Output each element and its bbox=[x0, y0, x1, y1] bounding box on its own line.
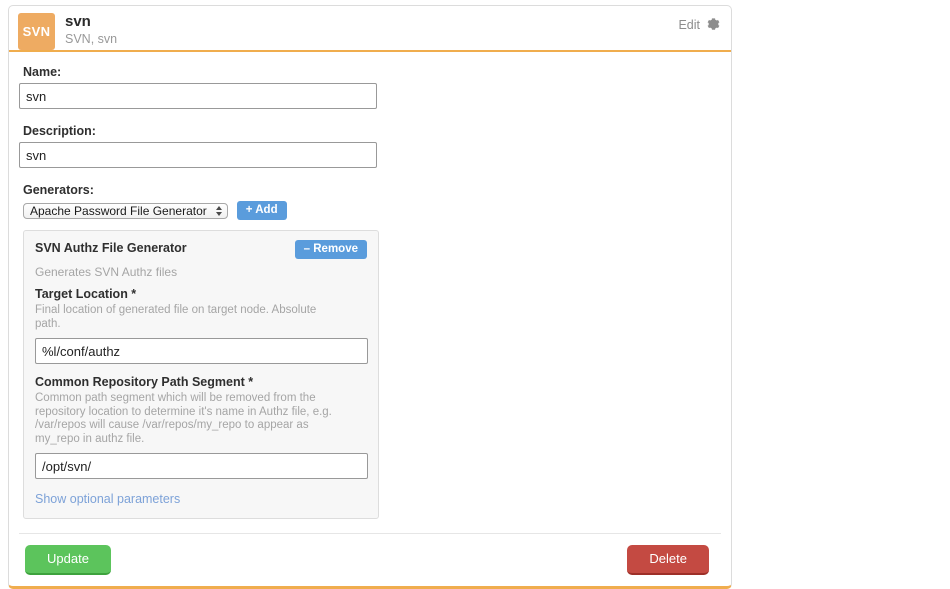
generator-description: Generates SVN Authz files bbox=[35, 265, 178, 279]
generator-panel-header: SVN Authz File Generator – Remove bbox=[35, 240, 367, 259]
chevron-down-icon bbox=[215, 211, 222, 216]
delete-button[interactable]: Delete bbox=[627, 545, 709, 575]
generator-select[interactable]: Apache Password File Generator bbox=[23, 202, 228, 219]
description-input[interactable] bbox=[19, 142, 377, 168]
param-help-text: Final location of generated file on targ… bbox=[35, 304, 317, 330]
generator-title: SVN Authz File Generator bbox=[35, 241, 187, 255]
page-title: svn bbox=[65, 13, 91, 30]
gear-icon[interactable] bbox=[706, 17, 721, 32]
update-button[interactable]: Update bbox=[25, 545, 111, 575]
page-subtitle: SVN, svn bbox=[65, 32, 118, 46]
generators-row: Apache Password File Generator + Add bbox=[23, 201, 721, 220]
header-text-group: svn SVN, svn bbox=[65, 12, 721, 47]
param-help-text: Common path segment which will be remove… bbox=[35, 392, 332, 445]
param-label: Common Repository Path Segment * bbox=[35, 375, 254, 389]
param-common-repo-path-segment: Common Repository Path Segment * Common … bbox=[35, 374, 368, 479]
generator-panel: SVN Authz File Generator – Remove Genera… bbox=[23, 230, 379, 519]
chevron-up-icon bbox=[215, 205, 222, 210]
show-optional-parameters-link[interactable]: Show optional parameters bbox=[35, 492, 180, 506]
avatar: SVN bbox=[18, 13, 55, 50]
target-location-input[interactable] bbox=[35, 338, 368, 364]
card-header: SVN svn SVN, svn Edit bbox=[9, 6, 731, 52]
add-generator-button[interactable]: + Add bbox=[236, 201, 287, 220]
select-stepper-icon bbox=[215, 205, 222, 216]
common-repo-path-segment-input[interactable] bbox=[35, 453, 368, 479]
entity-card: SVN svn SVN, svn Edit Name: Description:… bbox=[8, 5, 732, 589]
card-body: Name: Description: Generators: Apache Pa… bbox=[9, 52, 731, 519]
card-footer: Update Delete bbox=[9, 534, 731, 586]
generator-select-wrap[interactable]: Apache Password File Generator bbox=[23, 202, 228, 220]
param-target-location: Target Location * Final location of gene… bbox=[35, 286, 368, 364]
avatar-label: SVN bbox=[22, 24, 51, 39]
generators-label: Generators: bbox=[23, 183, 94, 197]
edit-link[interactable]: Edit bbox=[678, 18, 700, 32]
remove-generator-button[interactable]: – Remove bbox=[294, 240, 367, 259]
param-label: Target Location * bbox=[35, 287, 137, 301]
name-input[interactable] bbox=[19, 83, 377, 109]
name-label: Name: bbox=[23, 65, 62, 79]
header-actions: Edit bbox=[678, 17, 721, 32]
description-label: Description: bbox=[23, 124, 96, 138]
